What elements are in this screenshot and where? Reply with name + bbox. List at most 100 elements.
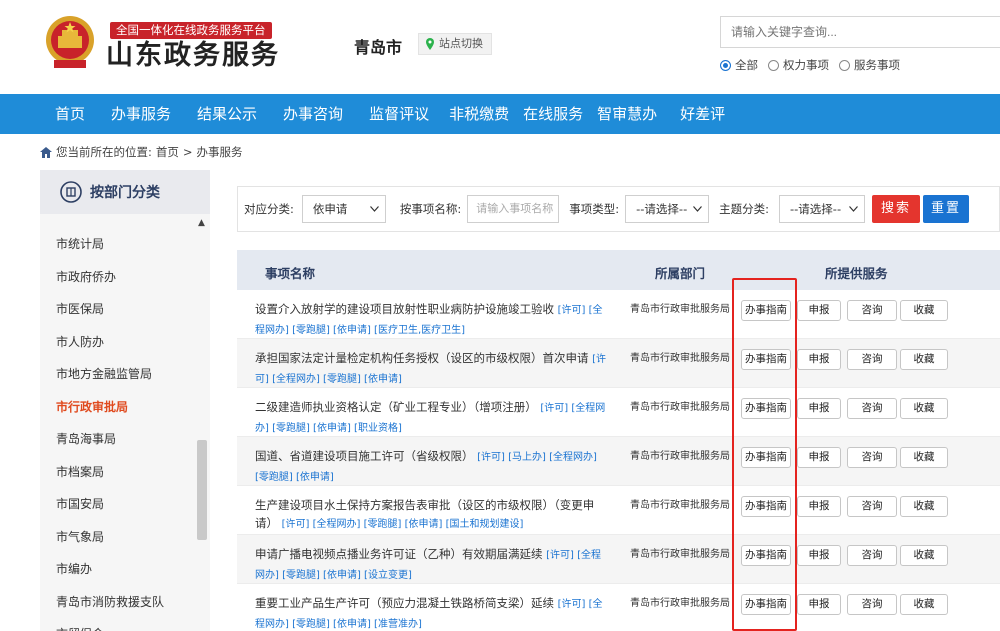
apply-button[interactable]: 申报 bbox=[797, 398, 841, 419]
item-cell: 生产建设项目水土保持方案报告表审批（设区的市级权限）（变更申请） [许可] [全… bbox=[255, 496, 610, 534]
sidebar-item[interactable]: 市编办 bbox=[40, 553, 196, 586]
sidebar-item[interactable]: 市政府侨办 bbox=[40, 261, 196, 294]
favorite-button[interactable]: 收藏 bbox=[900, 398, 948, 419]
sidebar-item[interactable]: 市人防办 bbox=[40, 326, 196, 359]
consult-button[interactable]: 咨询 bbox=[847, 398, 897, 419]
sidebar-item[interactable]: 市国安局 bbox=[40, 488, 196, 521]
favorite-button[interactable]: 收藏 bbox=[900, 496, 948, 517]
chevron-down-icon bbox=[369, 206, 379, 212]
type-select[interactable]: --请选择-- bbox=[625, 195, 710, 223]
main-nav: 首页 办事服务 结果公示 办事咨询 监督评议 非税缴费 在线服务 智审慧办 好差… bbox=[0, 94, 1000, 134]
item-name[interactable]: 承担国家法定计量检定机构任务授权（设区的市级权限）首次申请 bbox=[255, 351, 589, 365]
reset-button[interactable]: 重置 bbox=[923, 195, 970, 223]
favorite-button[interactable]: 收藏 bbox=[900, 545, 948, 566]
consult-button[interactable]: 咨询 bbox=[847, 594, 897, 615]
nav-supervision[interactable]: 监督评议 bbox=[356, 94, 442, 134]
apply-button[interactable]: 申报 bbox=[797, 447, 841, 468]
favorite-button[interactable]: 收藏 bbox=[900, 594, 948, 615]
sidebar-item[interactable]: 市档案局 bbox=[40, 456, 196, 489]
theme-label: 主题分类: bbox=[719, 202, 769, 216]
sidebar-item[interactable]: 青岛市消防救援支队 bbox=[40, 586, 196, 619]
table-row: 生产建设项目水土保持方案报告表审批（设区的市级权限）（变更申请） [许可] [全… bbox=[237, 486, 1000, 535]
nav-fees[interactable]: 非税缴费 bbox=[442, 94, 516, 134]
nav-services[interactable]: 办事服务 bbox=[98, 94, 184, 134]
breadcrumb-prefix: 您当前所在的位置: bbox=[56, 145, 152, 159]
col-services: 所提供服务 bbox=[825, 266, 888, 281]
breadcrumb: 您当前所在的位置: 首页 > 办事服务 bbox=[40, 144, 243, 160]
chevron-down-icon bbox=[849, 206, 858, 212]
chevron-down-icon bbox=[693, 206, 703, 212]
item-department: 青岛市行政审批服务局 bbox=[630, 451, 730, 462]
category-label: 对应分类: bbox=[244, 202, 294, 216]
table-row: 承担国家法定计量检定机构任务授权（设区的市级权限）首次申请 [许可] [全程网办… bbox=[237, 339, 1000, 388]
site-switch-button[interactable]: 站点切换 bbox=[418, 33, 492, 55]
national-emblem-icon bbox=[46, 16, 94, 68]
sidebar-item[interactable]: 市地方金融监管局 bbox=[40, 358, 196, 391]
sidebar-item-active[interactable]: 市行政审批局 bbox=[40, 391, 196, 424]
favorite-button[interactable]: 收藏 bbox=[900, 300, 948, 321]
favorite-button[interactable]: 收藏 bbox=[900, 447, 948, 468]
guide-column-highlight bbox=[732, 278, 797, 631]
scope-power[interactable]: 权力事项 bbox=[768, 57, 829, 73]
breadcrumb-home[interactable]: 首页 bbox=[156, 144, 179, 160]
radio-icon bbox=[768, 59, 779, 71]
apply-button[interactable]: 申报 bbox=[797, 300, 841, 321]
nav-online[interactable]: 在线服务 bbox=[516, 94, 590, 134]
category-select[interactable]: 依申请 bbox=[301, 195, 386, 223]
item-name[interactable]: 重要工业产品生产许可（预应力混凝土铁路桥简支梁）延续 bbox=[255, 596, 554, 610]
item-tags[interactable]: [许可] [全程网办] [零跑腿] [依申请] [国土和规划建设] bbox=[282, 519, 524, 530]
item-name[interactable]: 设置介入放射学的建设项目放射性职业病防护设施竣工验收 bbox=[255, 302, 554, 316]
sidebar-item[interactable]: 青岛海事局 bbox=[40, 423, 196, 456]
nav-home[interactable]: 首页 bbox=[42, 94, 98, 134]
consult-button[interactable]: 咨询 bbox=[847, 300, 897, 321]
item-department: 青岛市行政审批服务局 bbox=[630, 353, 730, 364]
platform-tag: 全国一体化在线政务服务平台 bbox=[110, 22, 272, 39]
table-row: 申请广播电视频点播业务许可证（乙种）有效期届满延续 [许可] [全程网办] [零… bbox=[237, 535, 1000, 584]
item-name[interactable]: 国道、省道建设项目施工许可（省级权限） bbox=[255, 449, 474, 463]
item-department: 青岛市行政审批服务局 bbox=[630, 402, 730, 413]
apply-button[interactable]: 申报 bbox=[797, 594, 841, 615]
consult-button[interactable]: 咨询 bbox=[847, 349, 897, 370]
table-header: 事项名称 所属部门 所提供服务 bbox=[237, 250, 1000, 290]
favorite-button[interactable]: 收藏 bbox=[900, 349, 948, 370]
item-cell: 重要工业产品生产许可（预应力混凝土铁路桥简支梁）延续 [许可] [全程网办] [… bbox=[255, 594, 610, 631]
sidebar-item[interactable]: 市统计局 bbox=[40, 228, 196, 261]
table-row: 重要工业产品生产许可（预应力混凝土铁路桥简支梁）延续 [许可] [全程网办] [… bbox=[237, 584, 1000, 631]
item-name[interactable]: 二级建造师执业资格认定（矿业工程专业）（增项注册） bbox=[255, 400, 537, 414]
apply-button[interactable]: 申报 bbox=[797, 496, 841, 517]
nav-smart[interactable]: 智审慧办 bbox=[590, 94, 664, 134]
sidebar: 按部门分类 ▲ 市统计局 市政府侨办 市医保局 市人防办 市地方金融监管局 市行… bbox=[40, 170, 210, 631]
search-button[interactable]: 搜索 bbox=[872, 195, 921, 223]
scroll-up-icon[interactable]: ▲ bbox=[198, 218, 208, 228]
nav-results[interactable]: 结果公示 bbox=[184, 94, 270, 134]
item-department: 青岛市行政审批服务局 bbox=[630, 500, 730, 511]
apply-button[interactable]: 申报 bbox=[797, 545, 841, 566]
consult-button[interactable]: 咨询 bbox=[847, 496, 897, 517]
home-icon bbox=[40, 146, 52, 158]
col-item-name: 事项名称 bbox=[265, 266, 316, 281]
theme-select[interactable]: --请选择-- bbox=[779, 195, 865, 223]
item-name[interactable]: 申请广播电视频点播业务许可证（乙种）有效期届满延续 bbox=[255, 547, 543, 561]
nav-consult[interactable]: 办事咨询 bbox=[270, 94, 356, 134]
scope-service[interactable]: 服务事项 bbox=[839, 57, 900, 73]
table-row: 设置介入放射学的建设项目放射性职业病防护设施竣工验收 [许可] [全程网办] [… bbox=[237, 290, 1000, 339]
scope-all[interactable]: 全部 bbox=[720, 57, 758, 73]
name-label: 按事项名称: bbox=[399, 202, 462, 216]
sidebar-list: 市统计局 市政府侨办 市医保局 市人防办 市地方金融监管局 市行政审批局 青岛海… bbox=[40, 228, 196, 631]
apply-button[interactable]: 申报 bbox=[797, 349, 841, 370]
sidebar-item[interactable]: 市气象局 bbox=[40, 521, 196, 554]
nav-rating[interactable]: 好差评 bbox=[664, 94, 732, 134]
item-department: 青岛市行政审批服务局 bbox=[630, 304, 730, 315]
sidebar-header: 按部门分类 bbox=[40, 170, 210, 214]
table-row: 二级建造师执业资格认定（矿业工程专业）（增项注册） [许可] [全程网办] [零… bbox=[237, 388, 1000, 437]
consult-button[interactable]: 咨询 bbox=[847, 545, 897, 566]
sidebar-item[interactable]: 市医保局 bbox=[40, 293, 196, 326]
radio-icon bbox=[720, 59, 731, 71]
current-city: 青岛市 bbox=[354, 38, 403, 57]
consult-button[interactable]: 咨询 bbox=[847, 447, 897, 468]
item-cell: 申请广播电视频点播业务许可证（乙种）有效期届满延续 [许可] [全程网办] [零… bbox=[255, 545, 610, 585]
sidebar-scrollbar[interactable] bbox=[197, 440, 207, 540]
sidebar-item[interactable]: 市贸促会 bbox=[40, 618, 196, 631]
name-input[interactable]: 请输入事项名称 bbox=[467, 195, 560, 223]
search-input[interactable] bbox=[720, 16, 1000, 48]
